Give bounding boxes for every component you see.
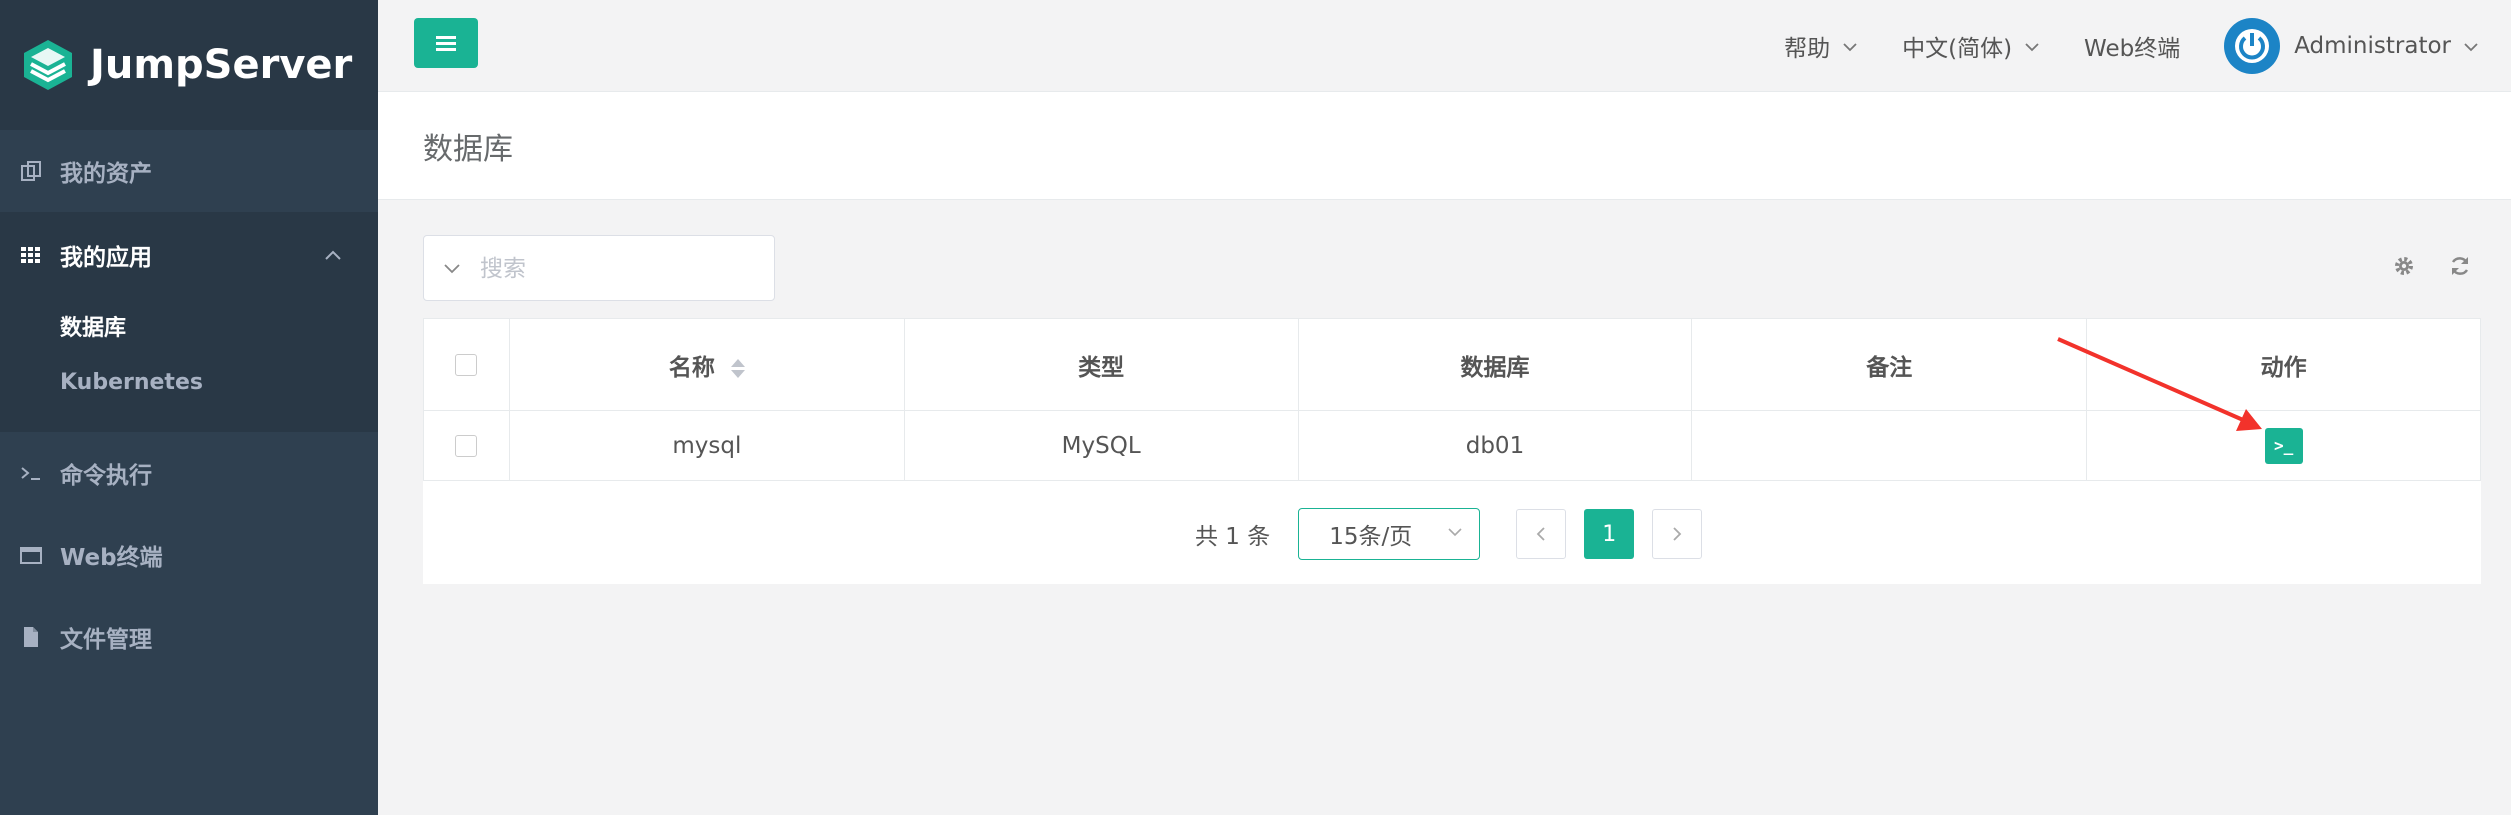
column-header-actions: 动作 <box>2086 318 2481 411</box>
sidebar: JumpServer 我的资产 我的应用 数据库 Kubernetes 命令执行… <box>0 0 378 815</box>
help-label: 帮助 <box>1784 36 1831 62</box>
terminal-icon: >_ <box>2273 436 2294 455</box>
cell-actions: >_ <box>2086 410 2481 481</box>
table-tools <box>2388 250 2476 282</box>
sidebar-item-label: 我的应用 <box>60 245 152 271</box>
chevron-down-icon <box>1447 523 1463 541</box>
chevron-up-icon <box>324 245 342 266</box>
column-header-name[interactable]: 名称 <box>508 318 905 411</box>
page-header: 数据库 <box>378 92 2511 200</box>
window-icon <box>18 542 44 568</box>
sidebar-group-my-apps: 我的应用 数据库 Kubernetes <box>0 212 378 432</box>
web-terminal-label: Web终端 <box>2084 36 2181 62</box>
select-all-checkbox[interactable] <box>455 354 478 376</box>
sidebar-item-command-exec[interactable]: 命令执行 <box>0 432 378 514</box>
chevron-down-icon <box>2024 37 2040 56</box>
language-dropdown[interactable]: 中文(简体) <box>1902 29 2040 63</box>
grid-icon <box>18 242 44 268</box>
chevron-down-icon[interactable] <box>424 258 480 279</box>
terminal-prompt-icon <box>18 460 44 486</box>
page-size-value: 15条/页 <box>1329 524 1413 550</box>
cell-comment <box>1691 410 2088 481</box>
prev-page-button[interactable] <box>1516 509 1567 559</box>
user-name: Administrator <box>2294 33 2451 59</box>
column-label: 名称 <box>668 354 715 381</box>
connect-terminal-button[interactable]: >_ <box>2264 427 2303 464</box>
next-page-button[interactable] <box>1652 509 1703 559</box>
page-title: 数据库 <box>423 132 513 167</box>
sidebar-item-label: Web终端 <box>60 545 163 571</box>
help-dropdown[interactable]: 帮助 <box>1784 29 1858 63</box>
chevron-left-icon <box>1536 527 1545 541</box>
logo[interactable]: JumpServer <box>0 0 378 130</box>
table-row: mysql MySQL db01 >_ <box>423 410 2481 481</box>
hamburger-icon <box>436 36 456 51</box>
sidebar-item-my-apps[interactable]: 我的应用 <box>0 212 378 298</box>
assets-icon <box>18 158 44 184</box>
search-box[interactable] <box>423 235 775 301</box>
sidebar-item-my-assets[interactable]: 我的资产 <box>0 130 378 212</box>
column-header-database: 数据库 <box>1297 318 1693 411</box>
user-dropdown[interactable]: Administrator <box>2224 18 2479 74</box>
sidebar-item-file-manager[interactable]: 文件管理 <box>0 596 378 678</box>
sidebar-subitem-kubernetes[interactable]: Kubernetes <box>0 354 378 410</box>
refresh-icon[interactable] <box>2444 250 2476 282</box>
chevron-right-icon <box>1673 527 1682 541</box>
chevron-down-icon <box>1842 37 1858 56</box>
sidebar-toggle-button[interactable] <box>414 18 478 68</box>
sidebar-item-web-terminal[interactable]: Web终端 <box>0 514 378 596</box>
power-icon <box>2235 29 2270 63</box>
sidebar-subitem-database[interactable]: 数据库 <box>0 298 378 354</box>
database-table: 名称 类型 数据库 备注 动作 mysql MySQL db01 >_ <box>423 318 2481 481</box>
search-input[interactable] <box>480 254 740 282</box>
sidebar-item-label: 文件管理 <box>60 627 152 653</box>
page-size-select[interactable]: 15条/页 <box>1298 508 1481 560</box>
row-checkbox[interactable] <box>455 435 478 457</box>
total-count: 共 1 条 <box>1195 524 1271 550</box>
table-header-row: 名称 类型 数据库 备注 动作 <box>423 318 2481 411</box>
cell-database: db01 <box>1297 410 1693 481</box>
avatar <box>2224 18 2281 74</box>
top-right-menu: 帮助 中文(简体) Web终端 Administrator <box>1740 0 2479 92</box>
chevron-down-icon <box>2463 37 2479 56</box>
row-select-cell <box>423 410 510 481</box>
web-terminal-link[interactable]: Web终端 <box>2084 29 2180 63</box>
sidebar-item-label: 我的资产 <box>60 161 152 187</box>
jumpserver-logo-icon <box>24 40 72 90</box>
cell-type: MySQL <box>903 410 1299 481</box>
sort-icon[interactable] <box>730 358 745 378</box>
sidebar-item-label: 命令执行 <box>60 463 152 489</box>
select-all-cell <box>423 318 510 411</box>
file-icon <box>18 624 44 650</box>
gear-icon[interactable] <box>2388 250 2420 282</box>
column-header-type: 类型 <box>903 318 1299 411</box>
top-navbar: 帮助 中文(简体) Web终端 Administrator <box>378 0 2511 92</box>
language-label: 中文(简体) <box>1902 36 2013 62</box>
page-number-button[interactable]: 1 <box>1584 509 1635 559</box>
brand-name: JumpServer <box>90 42 353 88</box>
pagination: 共 1 条 15条/页 1 <box>1195 508 1703 560</box>
column-header-comment: 备注 <box>1691 318 2088 411</box>
cell-name: mysql <box>508 410 905 481</box>
